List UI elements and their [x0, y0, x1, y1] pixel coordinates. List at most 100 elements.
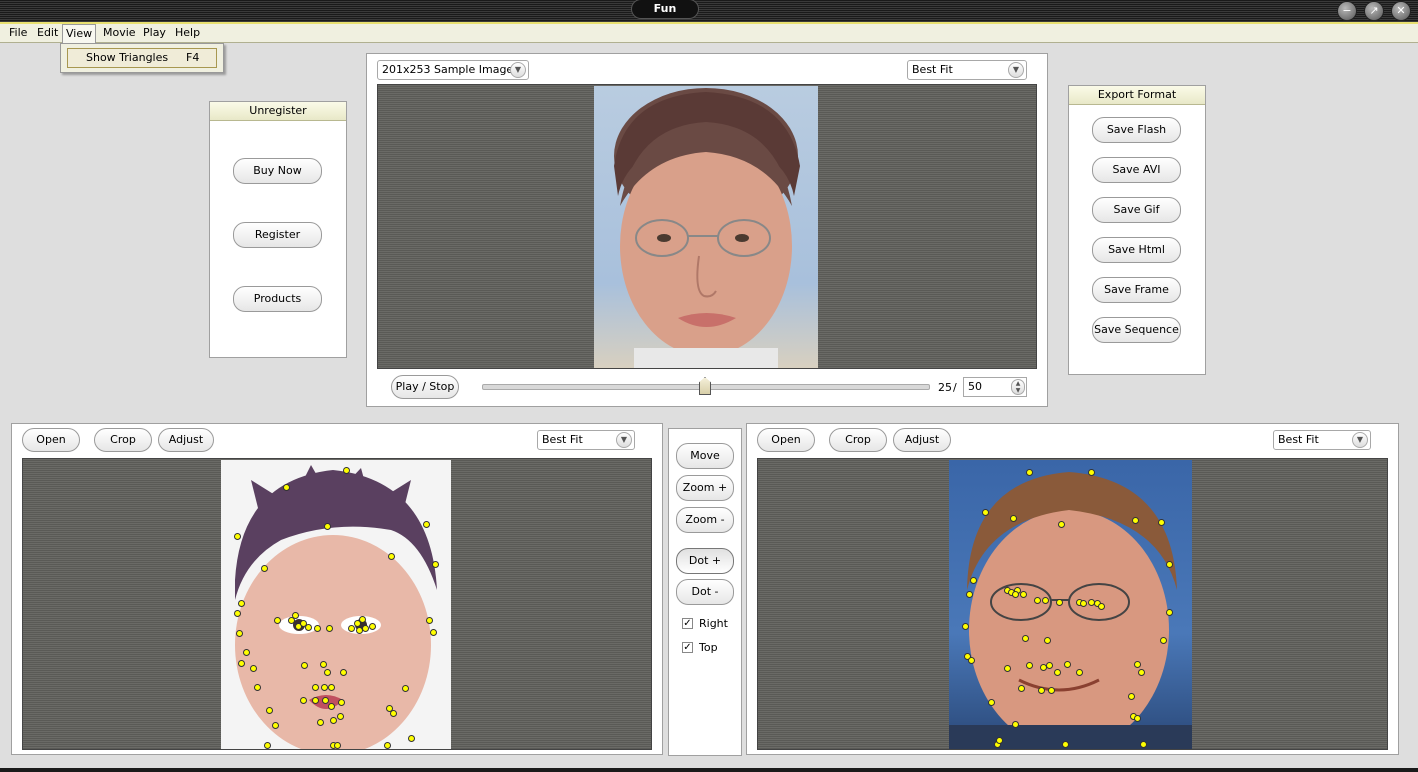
control-point[interactable]: [432, 561, 439, 568]
control-point[interactable]: [1132, 517, 1139, 524]
control-point[interactable]: [1128, 693, 1135, 700]
control-point[interactable]: [362, 625, 369, 632]
save-gif-button[interactable]: Save Gif: [1092, 197, 1181, 223]
control-point[interactable]: [384, 742, 391, 749]
control-point[interactable]: [317, 719, 324, 726]
control-point[interactable]: [988, 699, 995, 706]
save-avi-button[interactable]: Save AVI: [1092, 157, 1181, 183]
control-point[interactable]: [236, 630, 243, 637]
maximize-icon[interactable]: ↗: [1364, 1, 1384, 21]
control-point[interactable]: [1160, 637, 1167, 644]
dot-remove-button[interactable]: Dot -: [676, 579, 734, 605]
control-point[interactable]: [359, 616, 366, 623]
save-html-button[interactable]: Save Html: [1092, 237, 1181, 263]
play-stop-button[interactable]: Play / Stop: [391, 375, 459, 399]
right-fit-select[interactable]: Best Fit ▼: [1273, 430, 1371, 450]
image-select[interactable]: 201x253 Sample Image1 ▼: [377, 60, 529, 80]
minimize-icon[interactable]: −: [1337, 1, 1357, 21]
control-point[interactable]: [261, 565, 268, 572]
menu-file[interactable]: File: [9, 26, 27, 39]
control-point[interactable]: [1046, 662, 1053, 669]
control-point[interactable]: [408, 735, 415, 742]
control-point[interactable]: [1048, 687, 1055, 694]
control-point[interactable]: [312, 684, 319, 691]
right-crop-button[interactable]: Crop: [829, 428, 887, 452]
control-point[interactable]: [1166, 609, 1173, 616]
menu-item-show-triangles[interactable]: Show Triangles F4: [67, 48, 217, 68]
control-point[interactable]: [423, 521, 430, 528]
control-point[interactable]: [234, 610, 241, 617]
spinner-icon[interactable]: ▲ ▼: [1011, 379, 1025, 395]
control-point[interactable]: [266, 707, 273, 714]
control-point[interactable]: [1010, 515, 1017, 522]
control-point[interactable]: [337, 713, 344, 720]
control-point[interactable]: [1076, 669, 1083, 676]
control-point[interactable]: [1158, 519, 1165, 526]
control-point[interactable]: [320, 661, 327, 668]
control-point[interactable]: [970, 577, 977, 584]
close-icon[interactable]: ✕: [1391, 1, 1411, 21]
products-button[interactable]: Products: [233, 286, 322, 312]
control-point[interactable]: [962, 623, 969, 630]
left-fit-select[interactable]: Best Fit ▼: [537, 430, 635, 450]
control-point[interactable]: [334, 742, 341, 749]
control-point[interactable]: [430, 629, 437, 636]
control-point[interactable]: [312, 697, 319, 704]
control-point[interactable]: [1026, 469, 1033, 476]
control-point[interactable]: [250, 665, 257, 672]
control-point[interactable]: [1020, 591, 1027, 598]
control-point[interactable]: [1004, 665, 1011, 672]
total-frames-input[interactable]: 50 ▲ ▼: [963, 377, 1027, 397]
top-checkbox[interactable]: ✓: [682, 642, 693, 653]
left-crop-button[interactable]: Crop: [94, 428, 152, 452]
control-point[interactable]: [1054, 669, 1061, 676]
right-checkbox[interactable]: ✓: [682, 618, 693, 629]
control-point[interactable]: [305, 624, 312, 631]
control-point[interactable]: [426, 617, 433, 624]
preview-fit-select[interactable]: Best Fit ▼: [907, 60, 1027, 80]
control-point[interactable]: [1098, 603, 1105, 610]
control-point[interactable]: [321, 684, 328, 691]
control-point[interactable]: [234, 533, 241, 540]
control-point[interactable]: [1062, 741, 1069, 748]
control-point[interactable]: [1012, 721, 1019, 728]
control-point[interactable]: [1018, 685, 1025, 692]
control-point[interactable]: [1012, 591, 1019, 598]
control-point[interactable]: [982, 509, 989, 516]
control-point[interactable]: [254, 684, 261, 691]
control-point[interactable]: [1088, 469, 1095, 476]
control-point[interactable]: [1034, 597, 1041, 604]
control-point[interactable]: [369, 623, 376, 630]
control-point[interactable]: [272, 722, 279, 729]
control-point[interactable]: [348, 625, 355, 632]
control-point[interactable]: [338, 699, 345, 706]
control-point[interactable]: [274, 617, 281, 624]
menu-play[interactable]: Play: [143, 26, 166, 39]
control-point[interactable]: [324, 669, 331, 676]
save-sequence-button[interactable]: Save Sequence: [1092, 317, 1181, 343]
control-point[interactable]: [1140, 741, 1147, 748]
save-frame-button[interactable]: Save Frame: [1092, 277, 1181, 303]
control-point[interactable]: [314, 625, 321, 632]
control-point[interactable]: [340, 669, 347, 676]
control-point[interactable]: [1042, 597, 1049, 604]
control-point[interactable]: [968, 657, 975, 664]
control-point[interactable]: [1064, 661, 1071, 668]
left-open-button[interactable]: Open: [22, 428, 80, 452]
control-point[interactable]: [1044, 637, 1051, 644]
control-point[interactable]: [330, 717, 337, 724]
control-point[interactable]: [1080, 600, 1087, 607]
control-point[interactable]: [402, 685, 409, 692]
control-point[interactable]: [1166, 561, 1173, 568]
right-open-button[interactable]: Open: [757, 428, 815, 452]
save-flash-button[interactable]: Save Flash: [1092, 117, 1181, 143]
menu-view[interactable]: View: [62, 24, 97, 44]
register-button[interactable]: Register: [233, 222, 322, 248]
control-point[interactable]: [328, 684, 335, 691]
control-point[interactable]: [264, 742, 271, 749]
control-point[interactable]: [301, 662, 308, 669]
move-button[interactable]: Move: [676, 443, 734, 469]
buy-now-button[interactable]: Buy Now: [233, 158, 322, 184]
control-point[interactable]: [238, 660, 245, 667]
control-point[interactable]: [1056, 599, 1063, 606]
